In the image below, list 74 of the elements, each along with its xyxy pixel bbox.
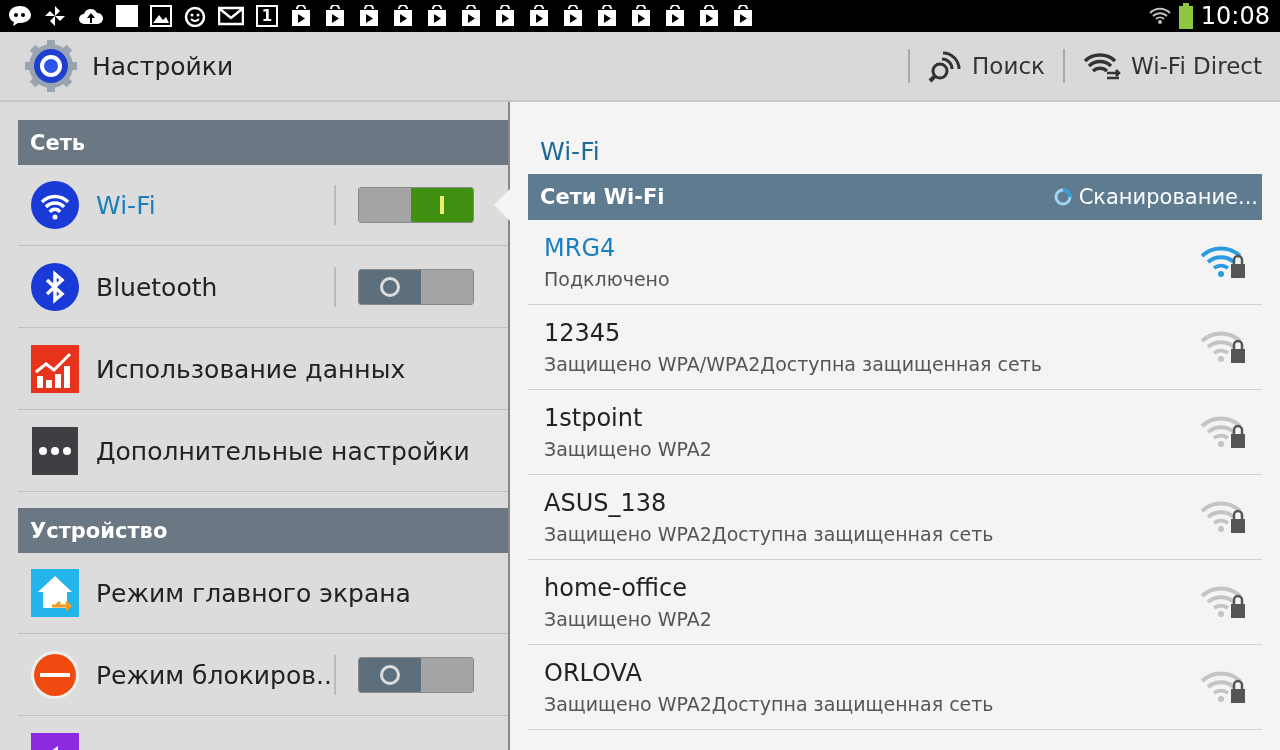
spinner-icon xyxy=(1052,187,1073,207)
calendar-icon: 1 xyxy=(256,5,278,27)
toggle-switch[interactable] xyxy=(358,657,474,693)
panel-title: Wi-Fi xyxy=(539,136,601,168)
play-store-icon xyxy=(562,5,584,27)
play-store-icon xyxy=(528,5,550,27)
search-icon xyxy=(928,49,963,83)
play-store-icon xyxy=(664,5,686,27)
play-store-icon xyxy=(392,5,414,27)
network-status: Подключено xyxy=(544,268,670,290)
network-item[interactable]: 12345 Защищено WPA/WPA2Доступна защищенная сеть xyxy=(528,305,1262,390)
settings-item[interactable]: Дополнительные настройки xyxy=(18,411,508,492)
play-store-icon xyxy=(324,5,346,27)
item-label: Bluetooth xyxy=(96,272,219,302)
play-store-icon xyxy=(732,5,754,27)
network-status: Защищено WPA/WPA2Доступна защищенная сеть xyxy=(544,353,1042,375)
toggle-switch[interactable] xyxy=(358,187,474,223)
network-item[interactable]: 1stpoint Защищено WPA2 xyxy=(528,390,1262,475)
network-name: home-office xyxy=(544,574,688,602)
settings-icon[interactable] xyxy=(24,39,78,93)
settings-item[interactable]: Режим главного экрана xyxy=(18,553,508,634)
section-header: Сеть xyxy=(18,120,508,165)
pinwheel-icon xyxy=(44,5,66,27)
wifi-direct-icon xyxy=(1082,51,1121,81)
bluetooth-icon xyxy=(30,262,80,312)
toggle-switch[interactable] xyxy=(358,269,474,305)
play-store-icon xyxy=(630,5,652,27)
section-header: Устройство xyxy=(18,508,508,553)
mail-icon xyxy=(218,6,244,26)
item-label: Использование данных xyxy=(96,354,407,384)
play-store-icon xyxy=(460,5,482,27)
network-name: MRG4 xyxy=(544,234,617,262)
network-status: Защищено WPA2 xyxy=(544,438,712,460)
item-label: Режим блокиров.. xyxy=(96,660,333,690)
network-name: 1stpoint xyxy=(544,404,644,432)
network-name: ORLOVA xyxy=(544,659,643,687)
play-store-icon xyxy=(426,5,448,27)
wifi-direct-button[interactable]: Wi-Fi Direct xyxy=(1078,51,1266,81)
chat-icon xyxy=(8,5,32,27)
network-status: Защищено WPA2Доступна защищенная сеть xyxy=(544,693,994,715)
smiley-icon xyxy=(184,5,206,27)
list-header-title: Сети Wi-Fi xyxy=(540,185,665,209)
play-store-icon xyxy=(698,5,720,27)
play-store-icon xyxy=(290,5,312,27)
play-store-icon xyxy=(494,5,516,27)
clock-time: 10:08 xyxy=(1200,2,1270,30)
play-store-icon xyxy=(358,5,380,27)
item-label: Режим главного экрана xyxy=(96,578,412,608)
cloud-upload-icon xyxy=(78,6,104,26)
item-label: Wi-Fi xyxy=(96,190,157,220)
network-status: Защищено WPA2 xyxy=(544,608,712,630)
settings-item[interactable]: Режим блокиров.. xyxy=(18,635,508,716)
network-name: 12345 xyxy=(544,319,622,347)
play-store-icon xyxy=(596,5,618,27)
settings-item[interactable]: Bluetooth xyxy=(18,247,508,328)
item-label: Дополнительные настройки xyxy=(96,436,471,466)
chart-icon xyxy=(30,344,80,394)
network-status: Защищено WPA2Доступна защищенная сеть xyxy=(544,523,994,545)
screen-title: Настройки xyxy=(92,51,235,81)
network-name: ASUS_138 xyxy=(544,489,668,517)
image-icon xyxy=(150,5,172,27)
search-button[interactable]: Поиск xyxy=(924,49,1049,83)
network-item[interactable]: home-office Защищено WPA2 xyxy=(528,560,1262,645)
network-item[interactable]: MRG4 Подключено xyxy=(528,220,1262,305)
home-icon xyxy=(30,568,80,618)
wifi-signal-icon xyxy=(1148,5,1171,27)
wifi-icon xyxy=(30,180,80,230)
battery-icon xyxy=(1178,3,1193,29)
network-item[interactable]: ASUS_138 Защищено WPA2Доступна защищенная сеть xyxy=(528,475,1262,560)
settings-item[interactable]: Использование данных xyxy=(18,329,508,410)
more-icon xyxy=(30,426,80,476)
network-item[interactable]: ORLOVA Защищено WPA2Доступна защищенная сеть xyxy=(528,645,1262,730)
block-icon xyxy=(30,650,80,700)
scan-status: Сканирование... xyxy=(1078,185,1258,209)
